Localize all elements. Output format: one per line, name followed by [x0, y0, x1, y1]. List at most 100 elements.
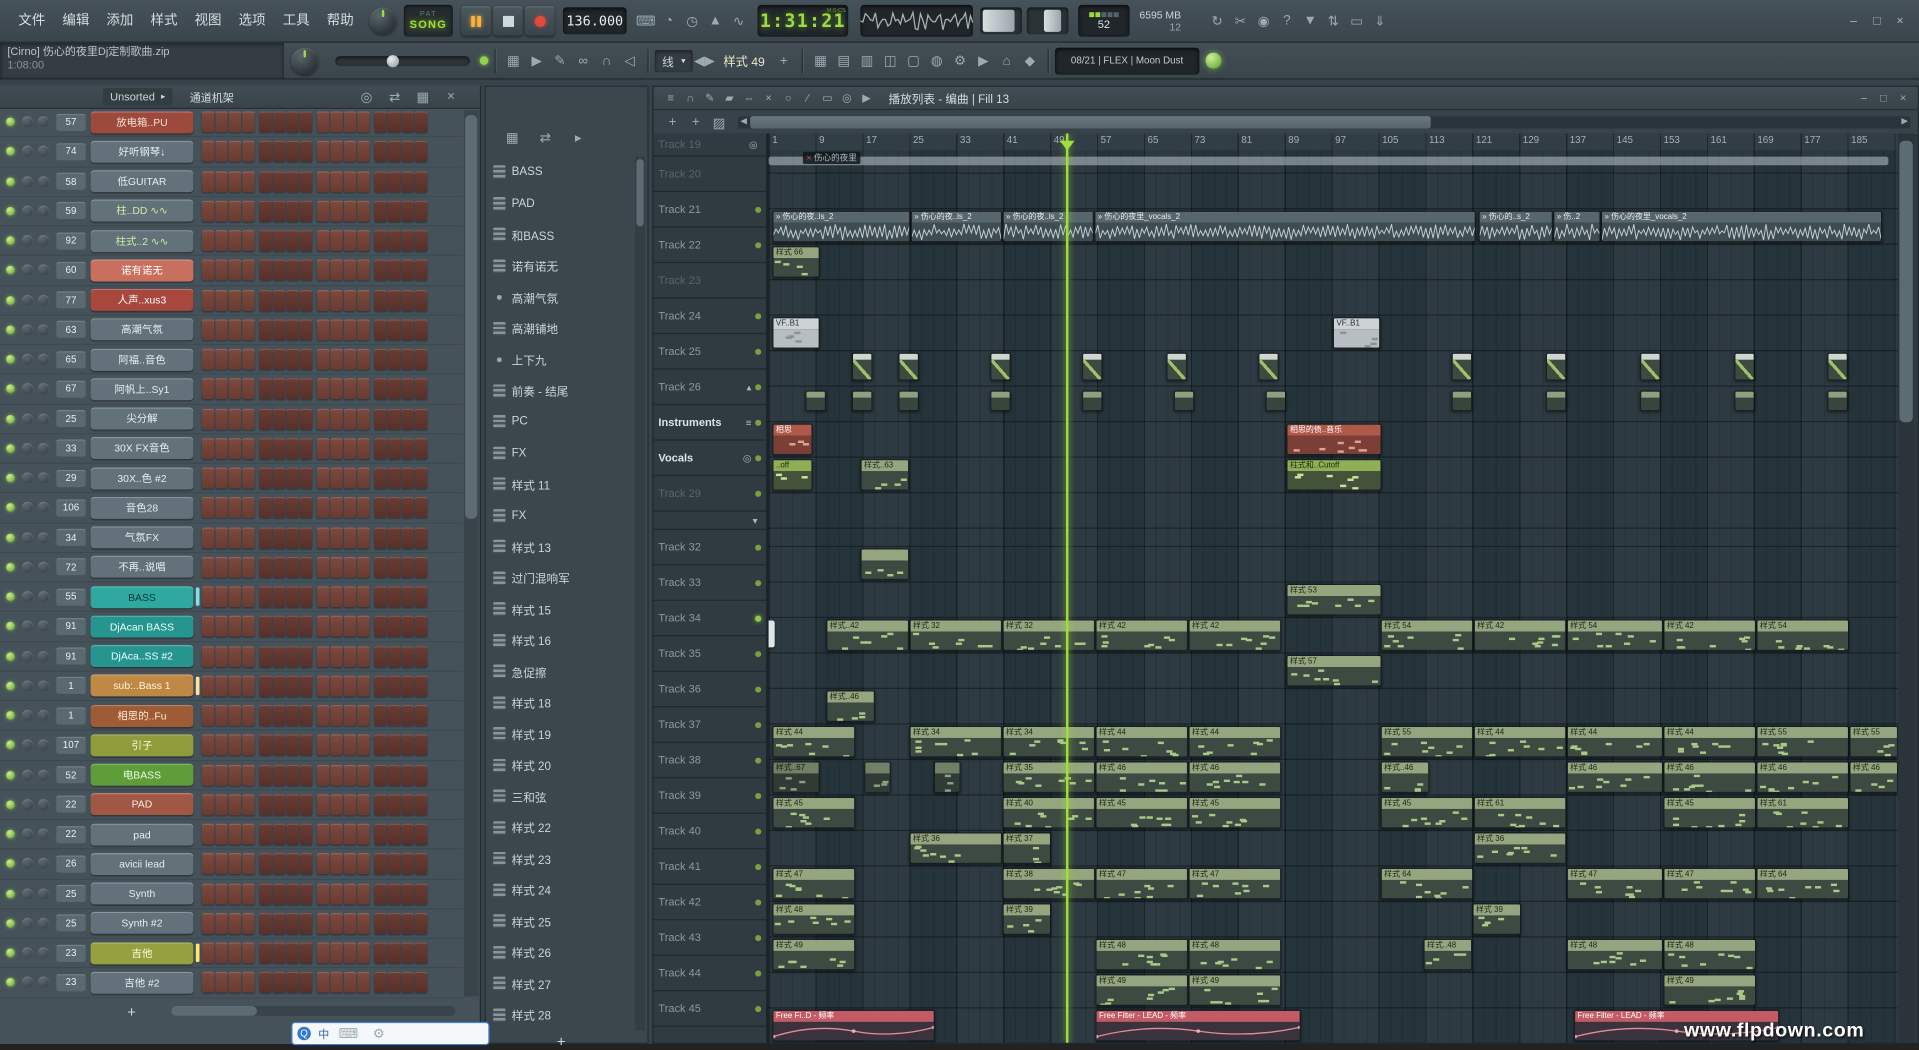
step-cell[interactable]: [273, 764, 285, 785]
step-cell[interactable]: [317, 260, 329, 281]
step-cell[interactable]: [401, 230, 413, 251]
step-cell[interactable]: [415, 438, 427, 459]
clip[interactable]: 样式 49: [1188, 974, 1281, 1006]
clip[interactable]: 样式 47: [1663, 868, 1756, 900]
step-cell[interactable]: [401, 349, 413, 370]
channel-button[interactable]: pad: [91, 823, 194, 845]
track-header[interactable]: Track 21: [654, 192, 767, 227]
step-cell[interactable]: [374, 141, 386, 162]
clip[interactable]: [769, 620, 775, 647]
channel-pan-knob[interactable]: [22, 384, 33, 395]
step-cell[interactable]: [259, 735, 271, 756]
step-cell[interactable]: [286, 438, 298, 459]
step-cell[interactable]: [259, 824, 271, 845]
channel-enable-led[interactable]: [6, 949, 15, 958]
clip[interactable]: 样式 64: [1756, 868, 1849, 900]
clip[interactable]: [860, 548, 909, 580]
typing-keyboard-icon[interactable]: ⌨: [634, 9, 657, 33]
step-cell[interactable]: [273, 468, 285, 489]
channel-volume-knob[interactable]: [38, 443, 49, 454]
step-cell[interactable]: [273, 141, 285, 162]
step-cell[interactable]: [317, 379, 329, 400]
step-cell[interactable]: [344, 379, 356, 400]
clip[interactable]: 样式 44: [1474, 726, 1567, 758]
step-cell[interactable]: [401, 853, 413, 874]
step-cell[interactable]: [357, 616, 369, 637]
clip[interactable]: [1734, 352, 1755, 380]
step-cell[interactable]: [330, 349, 342, 370]
swap-icon[interactable]: ⇄: [383, 84, 406, 108]
step-cell[interactable]: [300, 616, 312, 637]
clip[interactable]: 样式 53: [1286, 584, 1381, 616]
mic-icon[interactable]: ◉: [1252, 9, 1275, 33]
step-cell[interactable]: [388, 171, 400, 192]
channel-button[interactable]: 柱式..2 ∿∿: [91, 230, 194, 252]
channel-enable-led[interactable]: [6, 741, 15, 750]
step-cell[interactable]: [388, 824, 400, 845]
step-cell[interactable]: [388, 379, 400, 400]
track-lane[interactable]: VF..B1VF..B1: [769, 316, 1899, 351]
step-cell[interactable]: [357, 913, 369, 934]
step-cell[interactable]: [344, 468, 356, 489]
channel-volume-knob[interactable]: [38, 829, 49, 840]
step-cell[interactable]: [202, 230, 214, 251]
channel-enable-led[interactable]: [6, 682, 15, 691]
channel-enable-led[interactable]: [6, 325, 15, 334]
step-cell[interactable]: [273, 349, 285, 370]
step-cell[interactable]: [388, 853, 400, 874]
step-cell[interactable]: [388, 616, 400, 637]
step-cell[interactable]: [300, 260, 312, 281]
step-cell[interactable]: [273, 230, 285, 251]
channel-pan-knob[interactable]: [22, 651, 33, 662]
track-activity-led[interactable]: [755, 313, 761, 319]
channel-pan-knob[interactable]: [22, 265, 33, 276]
step-cell[interactable]: [330, 586, 342, 607]
zoom-icon[interactable]: ◎: [837, 88, 857, 108]
step-cell[interactable]: [286, 497, 298, 518]
step-cell[interactable]: [242, 764, 254, 785]
step-cell[interactable]: [388, 913, 400, 934]
step-cell[interactable]: [202, 943, 214, 964]
track-activity-led[interactable]: [755, 419, 761, 425]
step-cell[interactable]: [300, 586, 312, 607]
step-cell[interactable]: [317, 497, 329, 518]
channel-button[interactable]: DjAcan BASS: [91, 615, 194, 637]
step-cell[interactable]: [415, 764, 427, 785]
clip[interactable]: » 伤..2: [1553, 211, 1601, 243]
channel-enable-led[interactable]: [6, 652, 15, 661]
clip[interactable]: [1734, 390, 1755, 411]
snap-selector[interactable]: 线 ▾: [655, 50, 693, 72]
master-volume-slider[interactable]: [980, 7, 1022, 34]
track-header[interactable]: Track 45: [654, 991, 767, 1026]
clip[interactable]: [805, 390, 826, 411]
step-cell[interactable]: [242, 290, 254, 311]
clip[interactable]: 样式 45: [1381, 797, 1474, 829]
step-cell[interactable]: [317, 883, 329, 904]
step-cell[interactable]: [317, 972, 329, 993]
step-seq-icon[interactable]: ▤: [832, 48, 855, 72]
channel-button[interactable]: 30X FX音色: [91, 437, 194, 459]
clip[interactable]: 样式 45: [1663, 797, 1756, 829]
pattern-item[interactable]: 样式 15: [486, 594, 638, 625]
step-cell[interactable]: [286, 794, 298, 815]
step-cell[interactable]: [229, 497, 241, 518]
step-cell[interactable]: [202, 527, 214, 548]
track-header[interactable]: Track 22: [654, 228, 767, 263]
track-activity-led[interactable]: [755, 490, 761, 496]
step-cell[interactable]: [357, 586, 369, 607]
close-icon[interactable]: ×: [1888, 9, 1911, 33]
step-cell[interactable]: [330, 319, 342, 340]
step-cell[interactable]: [229, 794, 241, 815]
step-cell[interactable]: [317, 112, 329, 133]
pattern-list-scrollbar[interactable]: [635, 157, 645, 1031]
step-cell[interactable]: [357, 349, 369, 370]
step-cell[interactable]: [229, 972, 241, 993]
step-cell[interactable]: [229, 943, 241, 964]
step-cell[interactable]: [242, 468, 254, 489]
channel-volume-knob[interactable]: [38, 740, 49, 751]
step-cell[interactable]: [229, 468, 241, 489]
step-cell[interactable]: [229, 349, 241, 370]
track-header[interactable]: Track 36: [654, 672, 767, 707]
step-cell[interactable]: [401, 171, 413, 192]
clip[interactable]: » 伤心的夜..ls_2: [1002, 211, 1094, 243]
